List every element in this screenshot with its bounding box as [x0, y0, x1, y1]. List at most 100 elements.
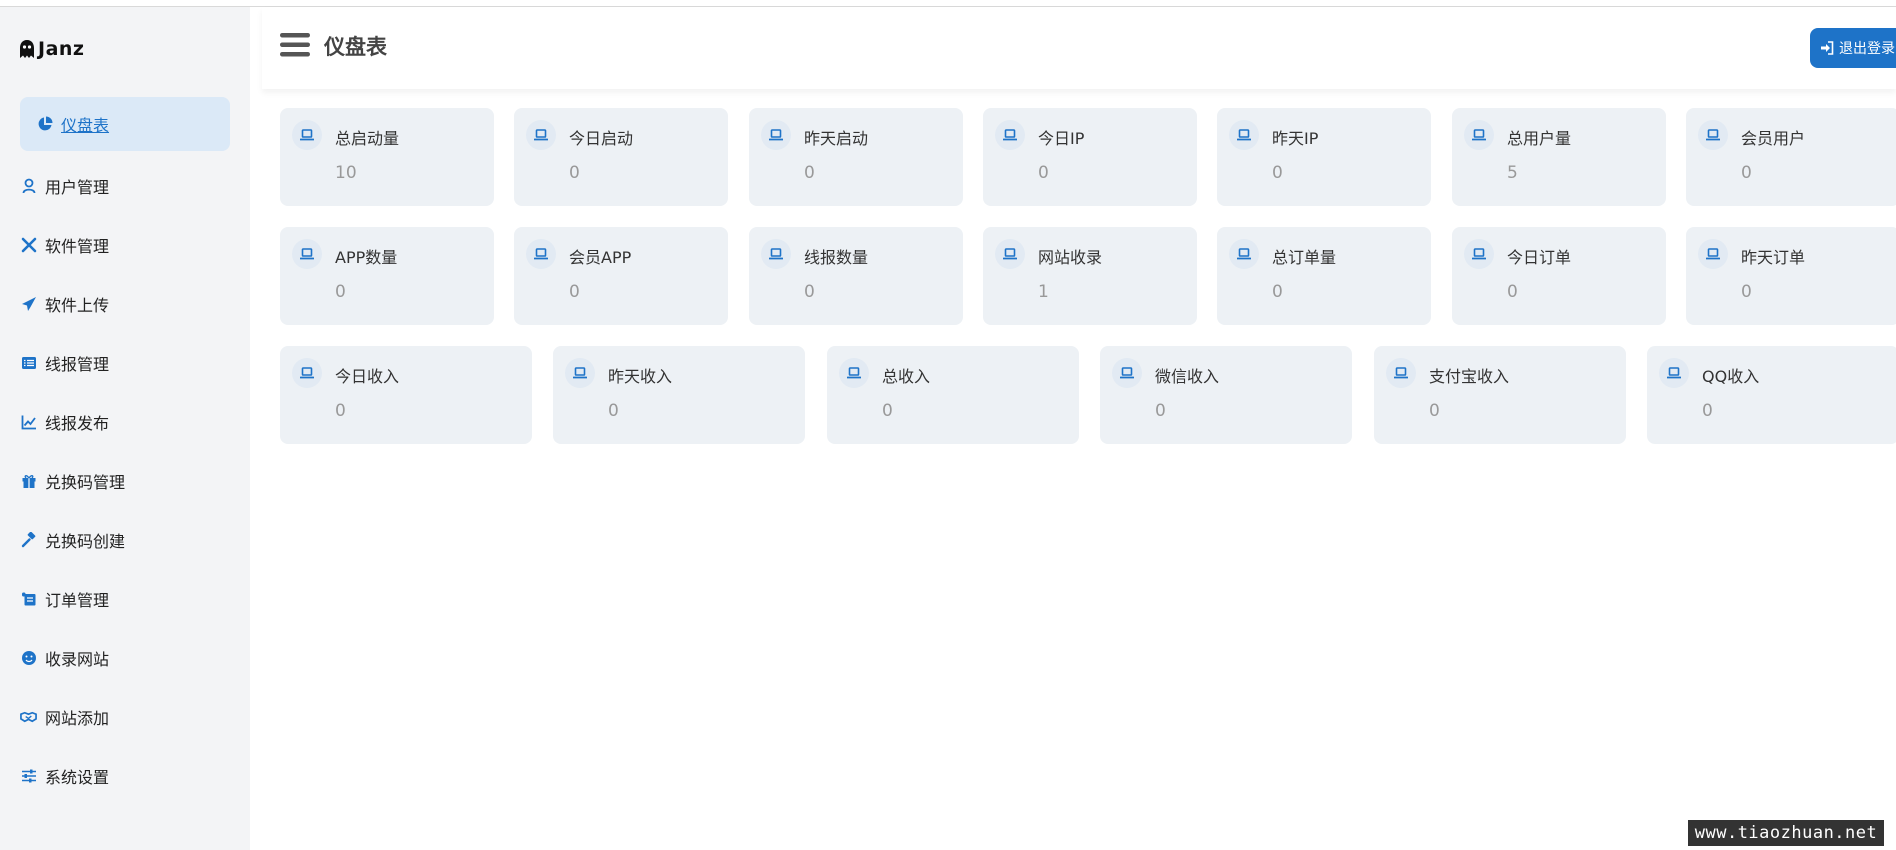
- sidebar-item-software-upload[interactable]: 软件上传: [0, 274, 250, 333]
- stat-value: 0: [1702, 401, 1713, 421]
- stat-card: 昨天订单 0: [1686, 227, 1896, 325]
- sidebar-item-software-management[interactable]: 软件管理: [0, 215, 250, 274]
- sidebar-item-site-add[interactable]: 网站添加: [0, 687, 250, 746]
- laptop-icon: [1698, 120, 1728, 150]
- stat-value: 0: [804, 163, 815, 183]
- stat-label: 线报数量: [804, 248, 869, 267]
- stat-value: 0: [1429, 401, 1440, 421]
- laptop-icon: [839, 358, 869, 388]
- sidebar-item-label: 兑换码管理: [45, 472, 126, 492]
- stat-card: 昨天IP 0: [1217, 108, 1431, 206]
- sliders-icon: [20, 767, 37, 784]
- laptop-icon: [1659, 358, 1689, 388]
- chart-line-icon: [20, 413, 37, 430]
- sidebar-item-label: 兑换码创建: [45, 531, 126, 551]
- header: 仪盘表 退出登录: [262, 7, 1896, 89]
- stat-label: 昨天收入: [608, 367, 673, 386]
- laptop-icon: [1386, 358, 1416, 388]
- sign-in-icon: [1821, 41, 1834, 55]
- stat-label: 昨天启动: [804, 129, 869, 148]
- sidebar-item-label: 系统设置: [45, 767, 110, 787]
- stat-card: 总用户量 5: [1452, 108, 1666, 206]
- brand-name: Janz: [38, 38, 85, 60]
- sidebar-item-label: 软件上传: [45, 295, 110, 315]
- stat-value: 0: [1741, 282, 1752, 302]
- sidebar-item-label: 收录网站: [45, 649, 110, 669]
- sidebar-item-dashboard[interactable]: 仪盘表: [20, 97, 230, 151]
- laptop-icon: [1229, 120, 1259, 150]
- sidebar-item-code-management[interactable]: 兑换码管理: [0, 451, 250, 510]
- sidebar-item-clue-publish[interactable]: 线报发布: [0, 392, 250, 451]
- sidebar-item-label: 线报管理: [45, 354, 110, 374]
- laptop-icon: [526, 239, 556, 269]
- paper-plane-icon: [20, 295, 37, 312]
- stat-label: 总启动量: [335, 129, 400, 148]
- sidebar-item-user-management[interactable]: 用户管理: [0, 156, 250, 215]
- stat-label: 今日收入: [335, 367, 400, 386]
- stat-label: APP数量: [335, 248, 398, 267]
- stat-label: 总订单量: [1272, 248, 1337, 267]
- menu-icon[interactable]: [280, 32, 310, 58]
- stat-card: 支付宝收入 0: [1374, 346, 1626, 444]
- laptop-icon: [292, 120, 322, 150]
- stat-value: 1: [1038, 282, 1049, 302]
- stat-value: 0: [569, 282, 580, 302]
- brand[interactable]: Janz: [18, 34, 84, 64]
- tools-icon: [20, 236, 37, 253]
- hammer-icon: [20, 531, 37, 548]
- sidebar-item-label: 用户管理: [45, 177, 110, 197]
- stat-card: 今日IP 0: [983, 108, 1197, 206]
- laptop-icon: [1229, 239, 1259, 269]
- stat-label: QQ收入: [1702, 367, 1760, 386]
- gift-icon: [20, 472, 37, 489]
- laptop-icon: [1464, 120, 1494, 150]
- stat-value: 0: [569, 163, 580, 183]
- stat-card: 今日订单 0: [1452, 227, 1666, 325]
- stat-label: 会员APP: [569, 248, 632, 267]
- stat-card: QQ收入 0: [1647, 346, 1896, 444]
- stat-value: 5: [1507, 163, 1518, 183]
- stat-label: 今日订单: [1507, 248, 1572, 267]
- page-title: 仪盘表: [324, 35, 387, 59]
- laptop-icon: [1464, 239, 1494, 269]
- sidebar-item-site-listing[interactable]: 收录网站: [0, 628, 250, 687]
- ghost-icon: [20, 40, 34, 58]
- laptop-icon: [565, 358, 595, 388]
- laptop-icon: [1698, 239, 1728, 269]
- sidebar-item-settings[interactable]: 系统设置: [0, 746, 250, 805]
- laptop-icon: [1112, 358, 1142, 388]
- logout-button[interactable]: 退出登录: [1810, 28, 1896, 68]
- sidebar-item-order-management[interactable]: 订单管理: [0, 569, 250, 628]
- list-icon: [20, 354, 37, 371]
- stat-value: 0: [1741, 163, 1752, 183]
- laptop-icon: [761, 120, 791, 150]
- laptop-icon: [995, 120, 1025, 150]
- laptop-icon: [292, 239, 322, 269]
- stat-label: 微信收入: [1155, 367, 1220, 386]
- laptop-icon: [995, 239, 1025, 269]
- sidebar-item-label: 线报发布: [45, 413, 110, 433]
- sidebar-nav: 仪盘表 用户管理 软件管理 软件上传 线报管理 线报发布 兑换码管理 兑换码创建…: [0, 97, 250, 805]
- stat-card: 总订单量 0: [1217, 227, 1431, 325]
- stat-label: 支付宝收入: [1429, 367, 1510, 386]
- stat-card: 昨天收入 0: [553, 346, 805, 444]
- stat-value: 0: [1038, 163, 1049, 183]
- stat-label: 今日启动: [569, 129, 634, 148]
- stat-value: 0: [335, 401, 346, 421]
- stat-card: 总启动量 10: [280, 108, 494, 206]
- laptop-icon: [761, 239, 791, 269]
- sidebar-item-label: 仪盘表: [61, 116, 110, 135]
- stat-value: 10: [335, 163, 357, 183]
- stat-value: 0: [1507, 282, 1518, 302]
- stat-card: 今日启动 0: [514, 108, 728, 206]
- sidebar-item-code-create[interactable]: 兑换码创建: [0, 510, 250, 569]
- stat-card: 今日收入 0: [280, 346, 532, 444]
- stat-value: 0: [608, 401, 619, 421]
- smile-icon: [20, 649, 37, 666]
- stat-card: 微信收入 0: [1100, 346, 1352, 444]
- sidebar-item-clue-management[interactable]: 线报管理: [0, 333, 250, 392]
- stat-value: 0: [804, 282, 815, 302]
- pie-chart-icon: [36, 116, 53, 133]
- laptop-icon: [526, 120, 556, 150]
- stat-label: 总收入: [882, 367, 931, 386]
